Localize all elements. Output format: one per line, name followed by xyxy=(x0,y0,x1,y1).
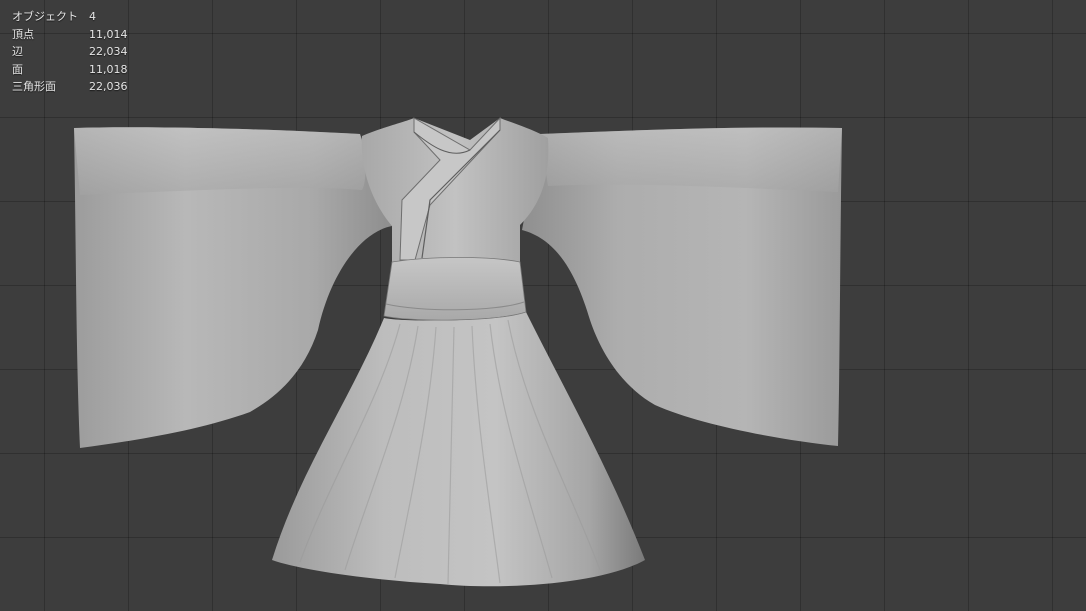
stat-value: 22,034 xyxy=(89,45,128,58)
stat-label: 三角形面 xyxy=(12,80,56,93)
stat-label: 頂点 xyxy=(12,27,34,41)
stat-label: 面 xyxy=(12,62,23,76)
hanfu-dress-model[interactable] xyxy=(0,0,1086,611)
bodice xyxy=(361,118,549,262)
stat-value: 4 xyxy=(89,10,96,23)
waist-sash xyxy=(383,257,527,321)
stat-value: 11,018 xyxy=(89,62,128,76)
stat-label: オブジェクト xyxy=(12,10,78,23)
stat-row-faces: 面 11,018 xyxy=(12,61,128,79)
stat-row-vertices: 頂点 11,014 xyxy=(12,26,128,44)
stat-label: 辺 xyxy=(12,45,23,58)
stat-row-edges: 辺 22,034 xyxy=(12,43,128,61)
stat-row-objects: オブジェクト 4 xyxy=(12,8,128,26)
scene-statistics-overlay: オブジェクト 4 頂点 11,014 辺 22,034 面 11,018 三角形… xyxy=(12,8,128,96)
skirt xyxy=(272,312,645,587)
stat-row-triangles: 三角形面 22,036 xyxy=(12,78,128,96)
stat-value: 22,036 xyxy=(89,80,128,93)
stat-value: 11,014 xyxy=(89,27,128,41)
3d-viewport[interactable]: オブジェクト 4 頂点 11,014 辺 22,034 面 11,018 三角形… xyxy=(0,0,1086,611)
